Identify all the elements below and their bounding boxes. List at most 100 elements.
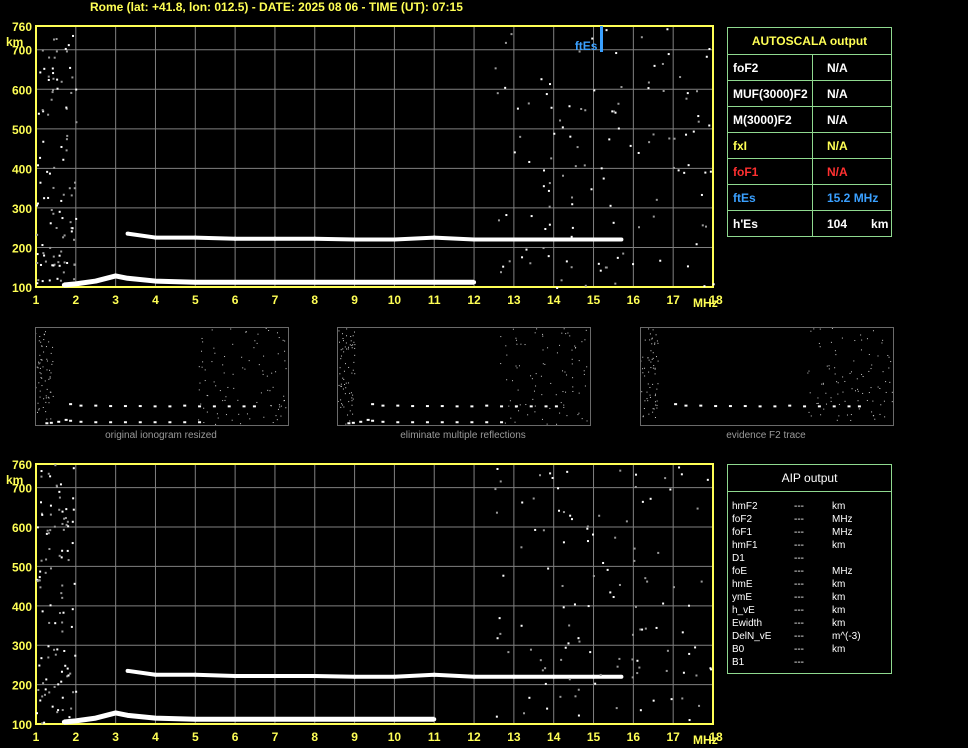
noise-point: [61, 696, 64, 699]
noise-point: [71, 76, 74, 79]
noise-point: [49, 604, 52, 607]
noise-point: [685, 97, 688, 100]
noise-point: [618, 583, 621, 586]
x-tick-label: 6: [232, 293, 239, 307]
echo-point: [73, 281, 78, 286]
noise-point: [571, 196, 574, 199]
x-tick-label: 12: [467, 730, 481, 744]
noise-point: [546, 707, 549, 710]
noise-point: [605, 29, 608, 32]
noise-point: [553, 132, 556, 135]
aip-row: h_vE --- km: [732, 605, 846, 616]
noise-point: [687, 604, 690, 607]
autoscala-title: AUTOSCALA output: [728, 28, 891, 55]
noise-point: [60, 592, 63, 595]
noise-point: [544, 228, 547, 231]
noise-point: [47, 656, 50, 659]
x-tick-label: 10: [388, 293, 402, 307]
noise-point: [631, 633, 634, 636]
noise-point: [566, 470, 569, 473]
noise-point: [68, 187, 71, 190]
noise-point: [75, 88, 78, 91]
echo-point: [392, 280, 397, 285]
noise-point: [667, 53, 670, 56]
noise-point: [70, 230, 73, 233]
noise-point: [69, 66, 72, 69]
noise-point: [636, 672, 639, 675]
noise-point: [652, 133, 655, 136]
echo-point: [125, 713, 130, 718]
noise-point: [705, 55, 708, 58]
noise-point: [568, 678, 571, 681]
echo-point: [312, 717, 317, 722]
noise-point: [608, 138, 611, 141]
noise-point: [73, 582, 76, 585]
noise-point: [38, 576, 41, 579]
noise-point: [697, 115, 700, 118]
noise-point: [44, 571, 47, 574]
noise-point: [42, 682, 45, 685]
echo-point: [312, 673, 317, 678]
autoscala-key: foF2: [728, 55, 813, 80]
x-tick-label: 11: [428, 293, 441, 307]
noise-point: [47, 78, 50, 81]
aip-row: DelN_vE --- m^(-3): [732, 631, 861, 642]
noise-point: [532, 497, 535, 500]
noise-point: [649, 497, 652, 500]
thumbnail-f2-trace: [640, 327, 894, 426]
echo-point: [153, 279, 158, 284]
x-tick-label: 8: [311, 730, 318, 744]
noise-point: [551, 476, 554, 479]
x-tick-label: 9: [351, 730, 358, 744]
noise-point: [65, 138, 68, 141]
noise-point: [672, 586, 675, 589]
noise-point: [36, 282, 39, 285]
noise-point: [68, 716, 71, 719]
noise-point: [569, 135, 572, 138]
noise-point: [529, 648, 532, 651]
noise-point: [497, 219, 500, 222]
noise-point: [44, 688, 47, 691]
x-tick-label: 4: [152, 293, 159, 307]
noise-point: [636, 659, 639, 662]
y-tick-label: 300: [12, 639, 32, 653]
x-tick-label: 7: [272, 293, 279, 307]
noise-point: [504, 86, 507, 89]
echo-point: [551, 237, 556, 242]
noise-point: [528, 160, 531, 163]
x-tick-label: 13: [507, 293, 521, 307]
noise-point: [574, 165, 577, 168]
echo-trace: [63, 273, 475, 288]
noise-point: [599, 269, 602, 272]
noise-point: [41, 695, 44, 698]
echo-point: [153, 235, 158, 240]
noise-point: [570, 518, 573, 521]
aip-row: foE --- MHz: [732, 566, 853, 577]
noise-point: [37, 279, 40, 282]
noise-point: [499, 632, 502, 635]
noise-point: [58, 554, 61, 557]
noise-point: [680, 473, 683, 476]
noise-point: [695, 243, 698, 246]
autoscala-row: ftEs 15.2 MHz: [728, 184, 891, 210]
echo-point: [432, 280, 437, 285]
noise-point: [62, 611, 65, 614]
echo-trace: [127, 231, 622, 242]
noise-point: [557, 487, 560, 490]
noise-point: [634, 605, 637, 608]
noise-point: [49, 567, 52, 570]
noise-point: [704, 225, 707, 228]
noise-point: [544, 682, 547, 685]
aip-panel: AIP output hmF2 --- km foF2 --- MHz foF1 --- MHz…: [727, 464, 892, 674]
noise-point: [65, 149, 68, 152]
noise-point: [57, 709, 60, 712]
aip-row: hmE --- km: [732, 579, 846, 590]
noise-point: [52, 77, 55, 80]
noise-point: [568, 105, 571, 108]
noise-point: [53, 56, 56, 59]
noise-point: [56, 648, 59, 651]
noise-point: [632, 263, 635, 266]
noise-point: [54, 464, 57, 467]
noise-point: [51, 67, 54, 70]
noise-point: [681, 697, 684, 700]
